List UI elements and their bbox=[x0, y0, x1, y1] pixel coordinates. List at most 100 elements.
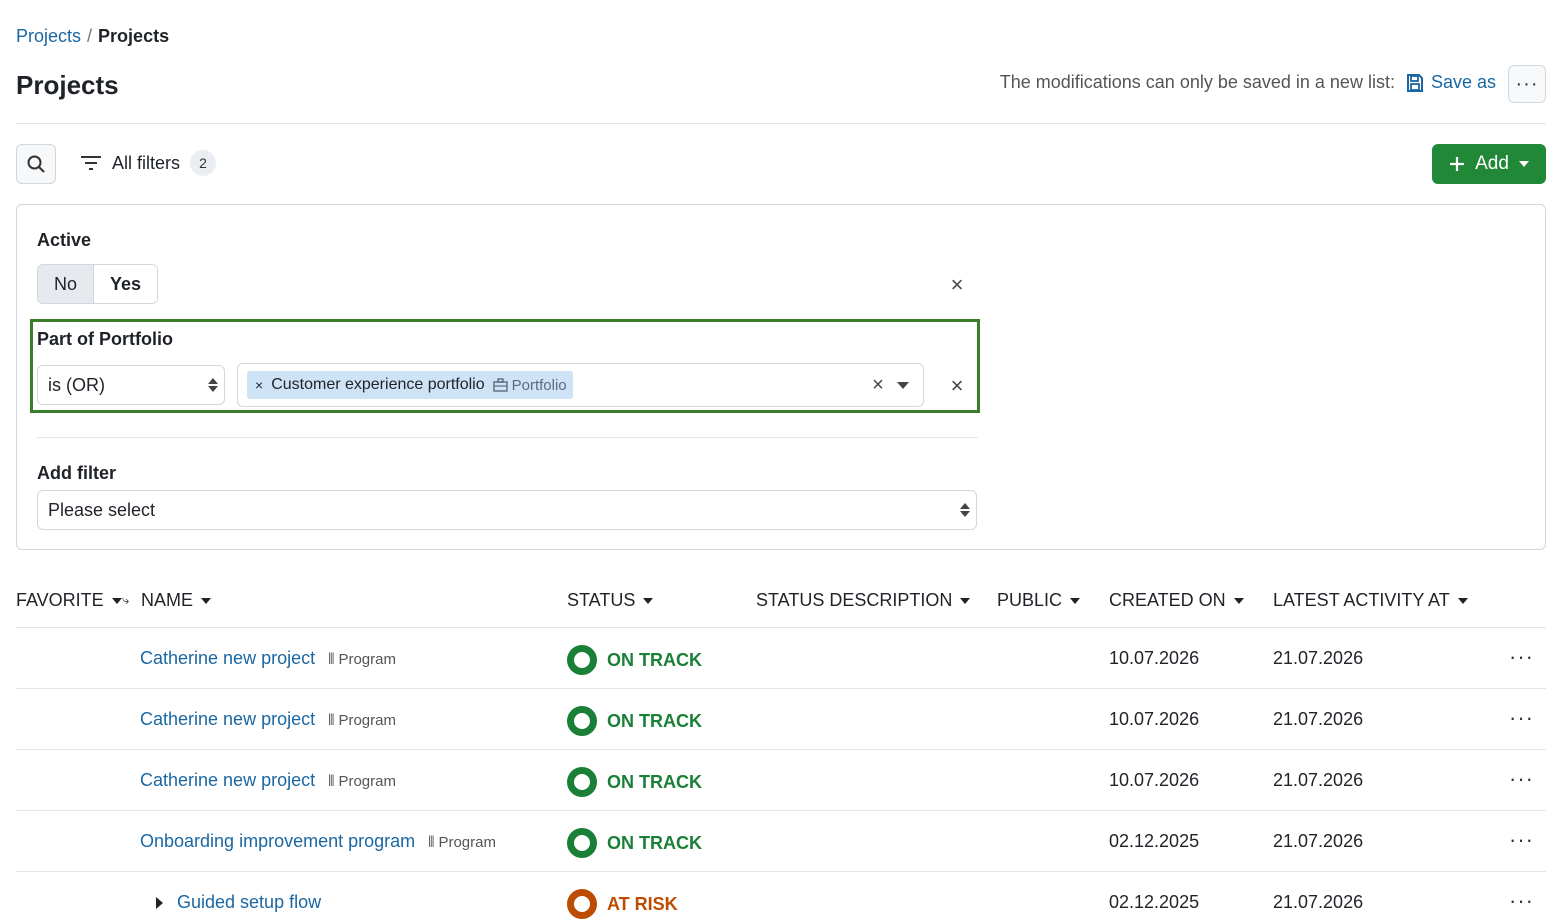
project-link[interactable]: Catherine new project bbox=[140, 648, 315, 668]
column-header-status[interactable]: STATUS bbox=[567, 590, 654, 611]
portfolio-value-select[interactable]: × Customer experience portfolio Portfoli… bbox=[237, 363, 924, 407]
column-header-public[interactable]: PUBLIC bbox=[997, 590, 1081, 611]
row-more-button[interactable]: ··· bbox=[1509, 766, 1534, 792]
latest-activity-cell: 21.07.2026 bbox=[1273, 892, 1364, 912]
row-more-button[interactable]: ··· bbox=[1509, 888, 1534, 914]
program-icon: ⫴ bbox=[328, 651, 335, 668]
column-header-favorite[interactable]: FAVORITE bbox=[16, 590, 122, 611]
caret-down-icon bbox=[643, 597, 654, 604]
save-as-button[interactable]: Save as bbox=[1405, 72, 1496, 93]
page-title: Projects bbox=[16, 70, 119, 100]
project-link[interactable]: Guided setup flow bbox=[177, 892, 321, 912]
chip-type-label: Portfolio bbox=[511, 376, 567, 394]
status-ring-icon bbox=[567, 706, 597, 736]
more-icon: ··· bbox=[1515, 72, 1539, 95]
hierarchy-icon[interactable]: ⤷ bbox=[122, 592, 129, 608]
breadcrumb-parent-link[interactable]: Projects bbox=[16, 26, 81, 47]
project-type: ⫴ Program bbox=[328, 712, 396, 729]
table-row-name: Guided setup flow bbox=[177, 892, 321, 913]
add-filter-label: Add filter bbox=[37, 463, 116, 483]
column-label: FAVORITE bbox=[16, 590, 104, 610]
filter-divider bbox=[37, 437, 978, 438]
add-label: Add bbox=[1475, 153, 1509, 174]
caret-down-icon bbox=[1233, 597, 1244, 604]
breadcrumb-current: Projects bbox=[98, 26, 170, 46]
column-header-latest-activity[interactable]: LATEST ACTIVITY AT bbox=[1273, 590, 1468, 611]
project-type-label: Program bbox=[338, 773, 396, 790]
active-toggle: No Yes bbox=[37, 264, 159, 304]
caret-down-icon bbox=[960, 597, 971, 604]
search-icon bbox=[27, 155, 45, 173]
add-filter-select[interactable]: Please select bbox=[37, 490, 977, 530]
column-header-status-description[interactable]: STATUS DESCRIPTION bbox=[756, 590, 971, 611]
save-message-area: The modifications can only be saved in a… bbox=[1000, 72, 1496, 93]
status-badge: ON TRACK bbox=[567, 645, 702, 675]
chip-label: Customer experience portfolio bbox=[271, 376, 485, 393]
table-row-name: Catherine new project ⫴ Program bbox=[140, 709, 396, 730]
program-icon: ⫴ bbox=[428, 834, 435, 851]
portfolio-operator-select[interactable]: is (OR) bbox=[37, 365, 225, 405]
portfolio-operator-value: is (OR) bbox=[48, 374, 105, 395]
table-row-name: Catherine new project ⫴ Program bbox=[140, 770, 396, 791]
table-row-name: Onboarding improvement program ⫴ Program bbox=[140, 831, 496, 852]
caret-down-icon bbox=[111, 597, 122, 604]
created-on-cell: 02.12.2025 bbox=[1109, 831, 1200, 851]
status-ring-icon bbox=[567, 767, 597, 797]
active-filter-label: Active bbox=[37, 230, 92, 250]
clear-selection-button[interactable]: × bbox=[867, 374, 889, 397]
remove-active-filter-button[interactable]: × bbox=[946, 272, 968, 298]
save-icon bbox=[1406, 73, 1423, 92]
project-type-label: Program bbox=[438, 834, 496, 851]
column-header-name[interactable]: NAME bbox=[141, 590, 212, 611]
program-icon: ⫴ bbox=[328, 773, 335, 790]
caret-down-icon bbox=[1457, 597, 1468, 604]
created-on-cell: 10.07.2026 bbox=[1109, 770, 1200, 790]
latest-activity-cell: 21.07.2026 bbox=[1273, 709, 1364, 729]
latest-activity-cell: 21.07.2026 bbox=[1273, 770, 1364, 790]
chip-remove-button[interactable]: × bbox=[255, 377, 263, 393]
row-more-button[interactable]: ··· bbox=[1509, 644, 1534, 670]
search-button[interactable] bbox=[16, 144, 56, 184]
project-type: ⫴ Program bbox=[328, 773, 396, 790]
briefcase-icon bbox=[492, 378, 508, 392]
project-link[interactable]: Catherine new project bbox=[140, 770, 315, 790]
created-on-cell: 10.07.2026 bbox=[1109, 648, 1200, 668]
updown-icon bbox=[208, 378, 218, 392]
header-row-divider bbox=[16, 627, 1546, 628]
project-type-label: Program bbox=[338, 651, 396, 668]
more-options-button[interactable]: ··· bbox=[1508, 65, 1546, 103]
column-header-created-on[interactable]: CREATED ON bbox=[1109, 590, 1244, 611]
all-filters-label: All filters bbox=[112, 152, 181, 173]
project-link[interactable]: Catherine new project bbox=[140, 709, 315, 729]
filter-icon bbox=[81, 156, 101, 170]
chevron-down-icon bbox=[1518, 161, 1529, 167]
row-more-button[interactable]: ··· bbox=[1509, 827, 1534, 853]
project-type: ⫴ Program bbox=[328, 651, 396, 668]
row-divider bbox=[16, 871, 1546, 872]
status-badge: ON TRACK bbox=[567, 767, 702, 797]
column-label: STATUS bbox=[567, 590, 636, 610]
breadcrumb: Projects / Projects bbox=[16, 26, 169, 47]
table-row-name: Catherine new project ⫴ Program bbox=[140, 648, 396, 669]
created-on-cell: 02.12.2025 bbox=[1109, 892, 1200, 912]
chevron-down-icon[interactable] bbox=[897, 381, 909, 389]
chip-type: Portfolio bbox=[492, 376, 567, 394]
breadcrumb-separator: / bbox=[87, 26, 93, 46]
row-more-button[interactable]: ··· bbox=[1509, 705, 1534, 731]
active-option-no[interactable]: No bbox=[38, 265, 94, 303]
column-label: PUBLIC bbox=[997, 590, 1063, 610]
status-label: ON TRACK bbox=[607, 771, 702, 792]
project-link[interactable]: Onboarding improvement program bbox=[140, 831, 415, 851]
active-option-yes[interactable]: Yes bbox=[93, 265, 158, 303]
status-label: AT RISK bbox=[607, 893, 678, 914]
remove-portfolio-filter-button[interactable]: × bbox=[946, 373, 968, 399]
all-filters-button[interactable]: All filters 2 bbox=[80, 150, 217, 176]
portfolio-chip: × Customer experience portfolio Portfoli… bbox=[247, 371, 573, 399]
expand-caret-icon[interactable] bbox=[156, 897, 163, 909]
status-badge: ON TRACK bbox=[567, 706, 702, 736]
status-ring-icon bbox=[567, 889, 597, 919]
add-button[interactable]: Add bbox=[1432, 144, 1546, 184]
row-divider bbox=[16, 688, 1546, 689]
filters-count-badge: 2 bbox=[190, 150, 217, 176]
status-badge: AT RISK bbox=[567, 889, 678, 919]
